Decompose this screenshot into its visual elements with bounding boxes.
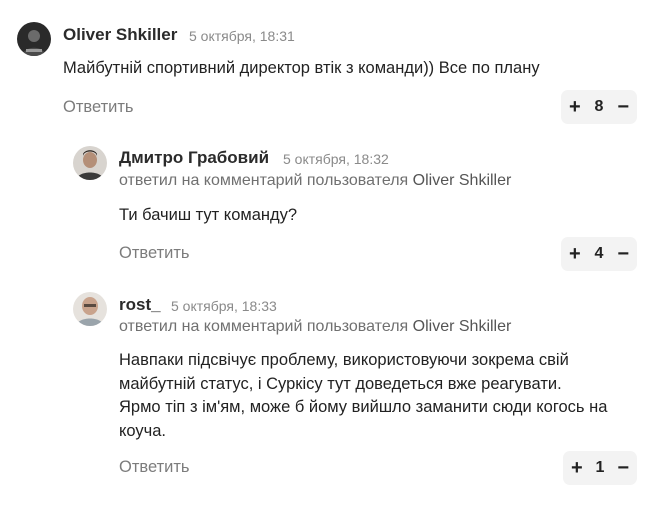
vote-count: 8 — [594, 98, 604, 115]
reply-to-prefix: ответил на комментарий пользователя — [119, 318, 409, 335]
avatar[interactable] — [73, 292, 107, 326]
vote-count: 4 — [594, 245, 604, 262]
downvote-button[interactable]: − — [617, 244, 629, 264]
comment-text-line: майбутній статус, і Суркісу тут доведеть… — [119, 374, 562, 393]
reply-button[interactable]: Ответить — [119, 244, 190, 263]
reply-to-user-link[interactable]: Oliver Shkiller — [413, 172, 512, 189]
vote-widget: + 4 − — [561, 237, 637, 271]
upvote-button[interactable]: + — [569, 97, 581, 117]
vote-count: 1 — [595, 459, 605, 476]
comment-text: Навпаки підсвічує проблему, використовую… — [119, 349, 607, 443]
reply-button[interactable]: Ответить — [119, 458, 190, 477]
comment-text-line: коуча. — [119, 421, 167, 440]
author-name[interactable]: Oliver Shkiller — [63, 25, 177, 45]
comment-text-line: Ти бачиш тут команду? — [119, 206, 298, 224]
upvote-button[interactable]: + — [571, 458, 583, 478]
downvote-button[interactable]: − — [617, 97, 629, 117]
downvote-button[interactable]: − — [617, 458, 629, 478]
upvote-button[interactable]: + — [569, 244, 581, 264]
reply-to-line: ответил на комментарий пользователя Oliv… — [119, 318, 511, 336]
avatar[interactable] — [17, 22, 51, 56]
vote-widget: + 1 − — [563, 451, 637, 485]
comment-text-line: Майбутній спортивний директор втік з ком… — [63, 59, 540, 77]
author-name[interactable]: rost_ — [119, 295, 161, 315]
reply-to-user-link[interactable]: Oliver Shkiller — [413, 318, 512, 335]
reply-to-line: ответил на комментарий пользователя Oliv… — [119, 172, 511, 190]
comment-text: Ти бачиш тут команду? — [119, 204, 297, 228]
avatar[interactable] — [73, 146, 107, 180]
comment-timestamp: 5 октября, 18:31 — [189, 28, 295, 44]
vote-widget: + 8 − — [561, 90, 637, 124]
reply-to-prefix: ответил на комментарий пользователя — [119, 172, 409, 189]
reply-button[interactable]: Ответить — [63, 98, 134, 117]
comment-timestamp: 5 октября, 18:33 — [171, 298, 277, 314]
comment-text: Майбутній спортивний директор втік з ком… — [63, 57, 540, 81]
comment-timestamp: 5 октября, 18:32 — [283, 151, 389, 167]
comment-text-line: Навпаки підсвічує проблему, використовую… — [119, 351, 569, 369]
author-name[interactable]: Дмитро Грабовий — [119, 148, 269, 168]
comment-text-line: Ярмо тіп з ім'ям, може б йому вийшло зам… — [119, 398, 608, 416]
